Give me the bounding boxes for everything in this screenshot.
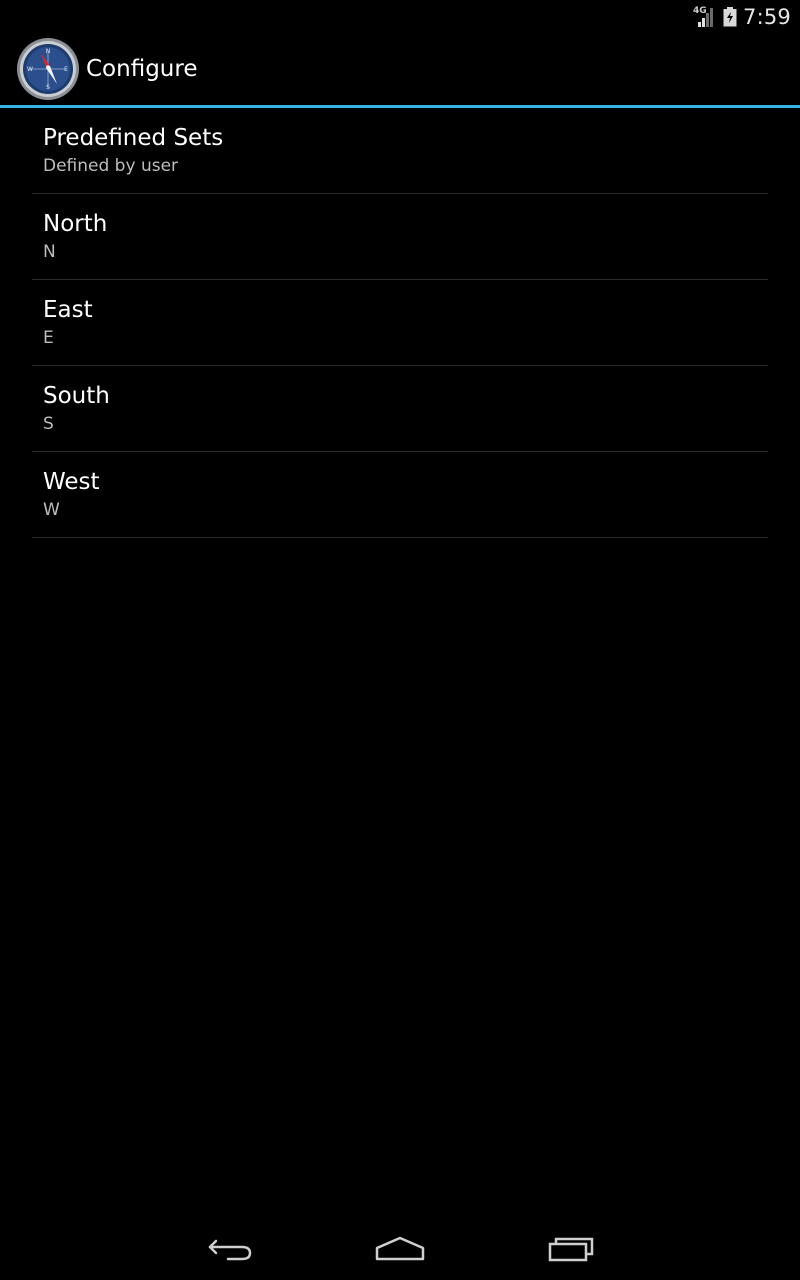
svg-text:S: S	[46, 84, 50, 91]
pref-summary: W	[43, 500, 60, 520]
clock: 7:59	[743, 4, 791, 29]
status-bar: 4G 7:59	[0, 0, 800, 33]
pref-summary: Defined by user	[43, 156, 179, 176]
battery-icon	[723, 6, 737, 26]
pref-title: East	[43, 297, 93, 323]
pref-north[interactable]: North N	[32, 194, 768, 280]
pref-title: North	[43, 211, 108, 237]
svg-text:E: E	[64, 66, 68, 73]
back-icon[interactable]	[200, 1232, 260, 1266]
home-icon[interactable]	[370, 1232, 430, 1266]
pref-south[interactable]: South S	[32, 366, 768, 452]
pref-summary: E	[43, 328, 54, 348]
pref-summary: N	[43, 242, 56, 262]
compass-icon[interactable]: N E S W	[15, 36, 81, 102]
svg-text:W: W	[27, 66, 33, 73]
preference-list: Predefined Sets Defined by user North N …	[32, 108, 768, 538]
pref-west[interactable]: West W	[32, 452, 768, 538]
recent-apps-icon[interactable]	[542, 1232, 602, 1266]
pref-summary: S	[43, 414, 54, 434]
signal-icon: 4G	[693, 6, 717, 28]
page-title: Configure	[86, 56, 198, 82]
pref-title: South	[43, 383, 110, 409]
navigation-bar	[0, 1216, 800, 1280]
pref-title: West	[43, 469, 100, 495]
network-type-label: 4G	[693, 5, 707, 16]
pref-predefined-sets[interactable]: Predefined Sets Defined by user	[32, 108, 768, 194]
pref-east[interactable]: East E	[32, 280, 768, 366]
svg-text:N: N	[46, 48, 51, 55]
pref-title: Predefined Sets	[43, 125, 224, 151]
action-bar: N E S W Configure	[0, 33, 800, 108]
